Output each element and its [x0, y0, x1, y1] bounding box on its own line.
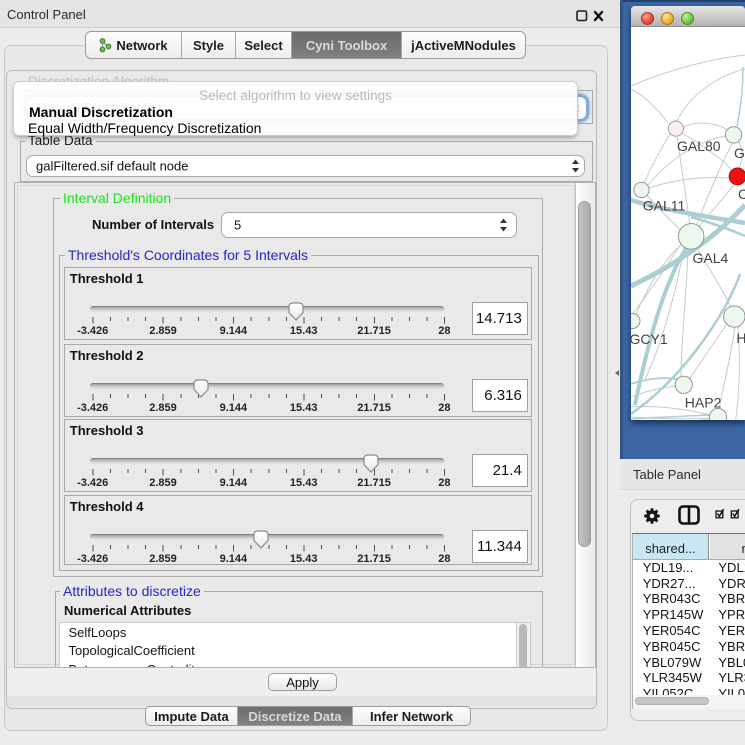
svg-text:GAL11: GAL11: [643, 198, 686, 214]
svg-text:GAL4: GAL4: [693, 250, 729, 266]
svg-text:CR: CR: [738, 186, 745, 202]
svg-text:GCY1: GCY1: [631, 331, 668, 347]
svg-text:HA: HA: [736, 330, 745, 346]
svg-text:GAL80: GAL80: [677, 138, 721, 154]
svg-text:GA: GA: [734, 145, 745, 161]
svg-text:HAP2: HAP2: [685, 395, 722, 411]
